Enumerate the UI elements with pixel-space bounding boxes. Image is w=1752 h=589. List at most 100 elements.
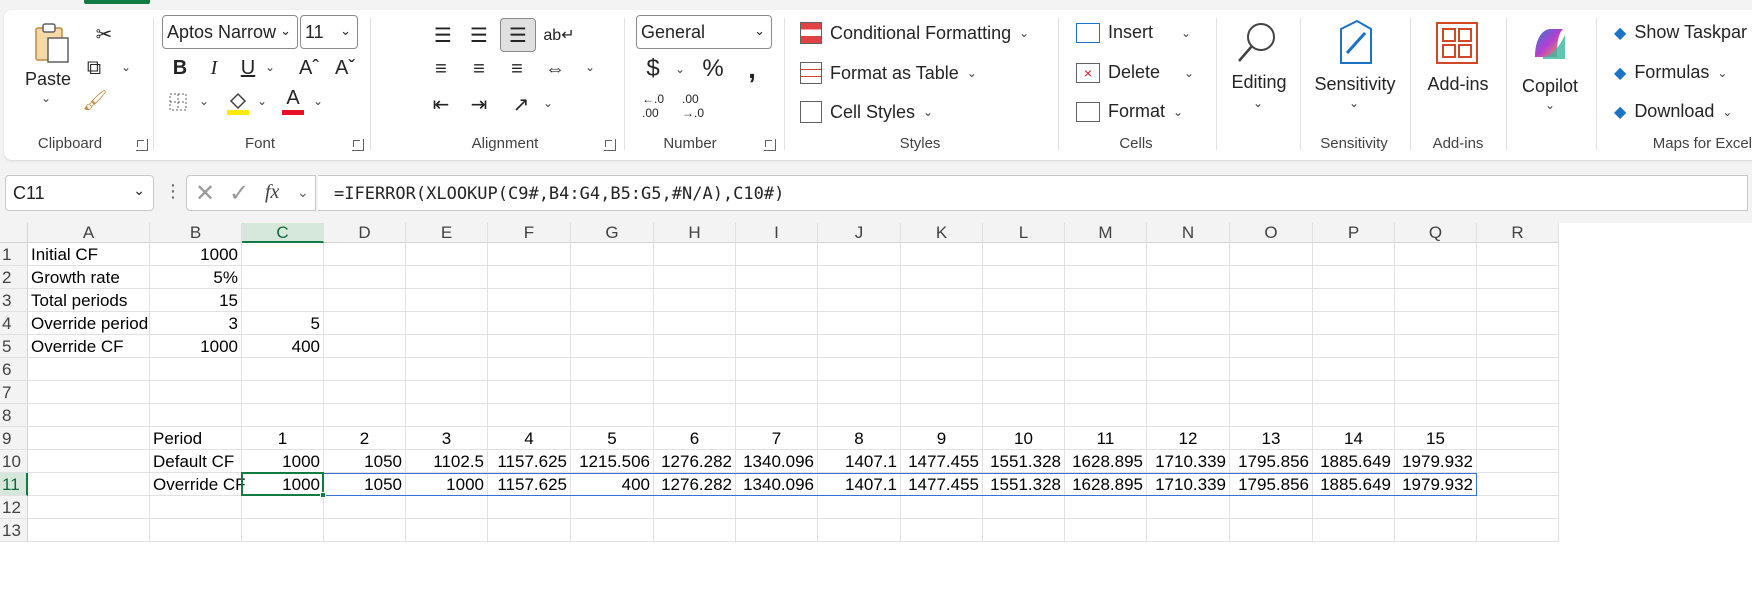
insert-function-icon[interactable]: fx xyxy=(265,181,279,204)
cell-a9[interactable] xyxy=(28,427,150,450)
cell-j1[interactable] xyxy=(818,243,901,266)
cell-k11[interactable]: 1477.455 xyxy=(901,473,983,496)
cell-c2[interactable] xyxy=(242,266,324,289)
cell-b9[interactable]: Period xyxy=(150,427,242,450)
bottom-align-icon[interactable]: ☰ xyxy=(500,18,536,52)
column-header-p[interactable]: P xyxy=(1313,223,1395,243)
cell-d4[interactable] xyxy=(324,312,406,335)
cell-a6[interactable] xyxy=(28,358,150,381)
cell-c12[interactable] xyxy=(242,496,324,519)
cell-k8[interactable] xyxy=(901,404,983,427)
cell-c5[interactable]: 400 xyxy=(242,335,324,358)
cell-c9[interactable]: 1 xyxy=(242,427,324,450)
cell-i11[interactable]: 1340.096 xyxy=(736,473,818,496)
cell-r6[interactable] xyxy=(1477,358,1559,381)
cell-h9[interactable]: 6 xyxy=(654,427,736,450)
cell-p12[interactable] xyxy=(1313,496,1395,519)
cell-c13[interactable] xyxy=(242,519,324,542)
cell-b10[interactable]: Default CF xyxy=(150,450,242,473)
top-align-icon[interactable]: ☰ xyxy=(426,20,460,50)
cell-l2[interactable] xyxy=(983,266,1065,289)
cell-g2[interactable] xyxy=(571,266,654,289)
column-header-j[interactable]: J xyxy=(818,223,901,243)
alignment-launcher-icon[interactable] xyxy=(604,139,616,151)
cell-h8[interactable] xyxy=(654,404,736,427)
cell-g4[interactable] xyxy=(571,312,654,335)
cell-k12[interactable] xyxy=(901,496,983,519)
row-header-6[interactable]: 6 xyxy=(0,358,28,381)
cell-j2[interactable] xyxy=(818,266,901,289)
number-launcher-icon[interactable] xyxy=(764,139,776,151)
cell-l5[interactable] xyxy=(983,335,1065,358)
paste-icon[interactable] xyxy=(30,22,74,66)
cell-r9[interactable] xyxy=(1477,427,1559,450)
cell-r2[interactable] xyxy=(1477,266,1559,289)
cell-d6[interactable] xyxy=(324,358,406,381)
cell-g6[interactable] xyxy=(571,358,654,381)
cell-n7[interactable] xyxy=(1147,381,1230,404)
cell-g8[interactable] xyxy=(571,404,654,427)
cell-h11[interactable]: 1276.282 xyxy=(654,473,736,496)
cell-h3[interactable] xyxy=(654,289,736,312)
cell-l10[interactable]: 1551.328 xyxy=(983,450,1065,473)
format-button[interactable]: Format ⌄ xyxy=(1076,101,1183,122)
column-header-n[interactable]: N xyxy=(1147,223,1230,243)
cell-r1[interactable] xyxy=(1477,243,1559,266)
cell-r5[interactable] xyxy=(1477,335,1559,358)
increase-indent-icon[interactable]: ⇥ xyxy=(464,92,494,116)
wrap-text-icon[interactable]: ab↵ xyxy=(543,20,574,50)
cell-k3[interactable] xyxy=(901,289,983,312)
cell-k4[interactable] xyxy=(901,312,983,335)
more-options-icon[interactable]: ⋮ xyxy=(164,181,182,205)
cell-r7[interactable] xyxy=(1477,381,1559,404)
copilot-icon[interactable] xyxy=(1526,20,1574,68)
conditional-formatting-button[interactable]: Conditional Formatting ⌄ xyxy=(800,22,1029,44)
cell-n2[interactable] xyxy=(1147,266,1230,289)
cell-e4[interactable] xyxy=(406,312,488,335)
cell-f13[interactable] xyxy=(488,519,571,542)
cell-d9[interactable]: 2 xyxy=(324,427,406,450)
cell-o10[interactable]: 1795.856 xyxy=(1230,450,1313,473)
cell-l7[interactable] xyxy=(983,381,1065,404)
cell-o11[interactable]: 1795.856 xyxy=(1230,473,1313,496)
cell-i10[interactable]: 1340.096 xyxy=(736,450,818,473)
cell-i12[interactable] xyxy=(736,496,818,519)
cell-r13[interactable] xyxy=(1477,519,1559,542)
cell-j4[interactable] xyxy=(818,312,901,335)
download-button[interactable]: ◆ Download ⌄ xyxy=(1614,101,1732,122)
cell-j3[interactable] xyxy=(818,289,901,312)
cell-n6[interactable] xyxy=(1147,358,1230,381)
cell-d5[interactable] xyxy=(324,335,406,358)
cell-a2[interactable]: Growth rate xyxy=(28,266,150,289)
cell-n5[interactable] xyxy=(1147,335,1230,358)
cell-l11[interactable]: 1551.328 xyxy=(983,473,1065,496)
cell-p10[interactable]: 1885.649 xyxy=(1313,450,1395,473)
cell-l6[interactable] xyxy=(983,358,1065,381)
row-header-13[interactable]: 13 xyxy=(0,519,28,542)
row-header-2[interactable]: 2 xyxy=(0,266,28,289)
cell-p4[interactable] xyxy=(1313,312,1395,335)
cell-g9[interactable]: 5 xyxy=(571,427,654,450)
cell-p1[interactable] xyxy=(1313,243,1395,266)
bold-icon[interactable]: B xyxy=(168,56,192,80)
cut-icon[interactable]: ✂ xyxy=(92,22,116,46)
column-header-i[interactable]: I xyxy=(736,223,818,243)
cell-e3[interactable] xyxy=(406,289,488,312)
delete-button[interactable]: × Delete ⌄ xyxy=(1076,62,1194,83)
row-header-9[interactable]: 9 xyxy=(0,427,28,450)
cell-i3[interactable] xyxy=(736,289,818,312)
decrease-decimal-icon[interactable]: .00 →.0 xyxy=(678,92,708,120)
cell-h10[interactable]: 1276.282 xyxy=(654,450,736,473)
cell-d7[interactable] xyxy=(324,381,406,404)
cell-d2[interactable] xyxy=(324,266,406,289)
cell-q7[interactable] xyxy=(1395,381,1477,404)
cell-b8[interactable] xyxy=(150,404,242,427)
cell-b6[interactable] xyxy=(150,358,242,381)
show-taskpane-button[interactable]: ◆ Show Taskpar xyxy=(1614,22,1747,43)
font-color-icon[interactable]: A xyxy=(280,86,306,116)
cell-q6[interactable] xyxy=(1395,358,1477,381)
cell-b3[interactable]: 15 xyxy=(150,289,242,312)
editing-chevron-icon[interactable]: ⌄ xyxy=(1252,96,1264,110)
cell-c4[interactable]: 5 xyxy=(242,312,324,335)
cell-q9[interactable]: 15 xyxy=(1395,427,1477,450)
